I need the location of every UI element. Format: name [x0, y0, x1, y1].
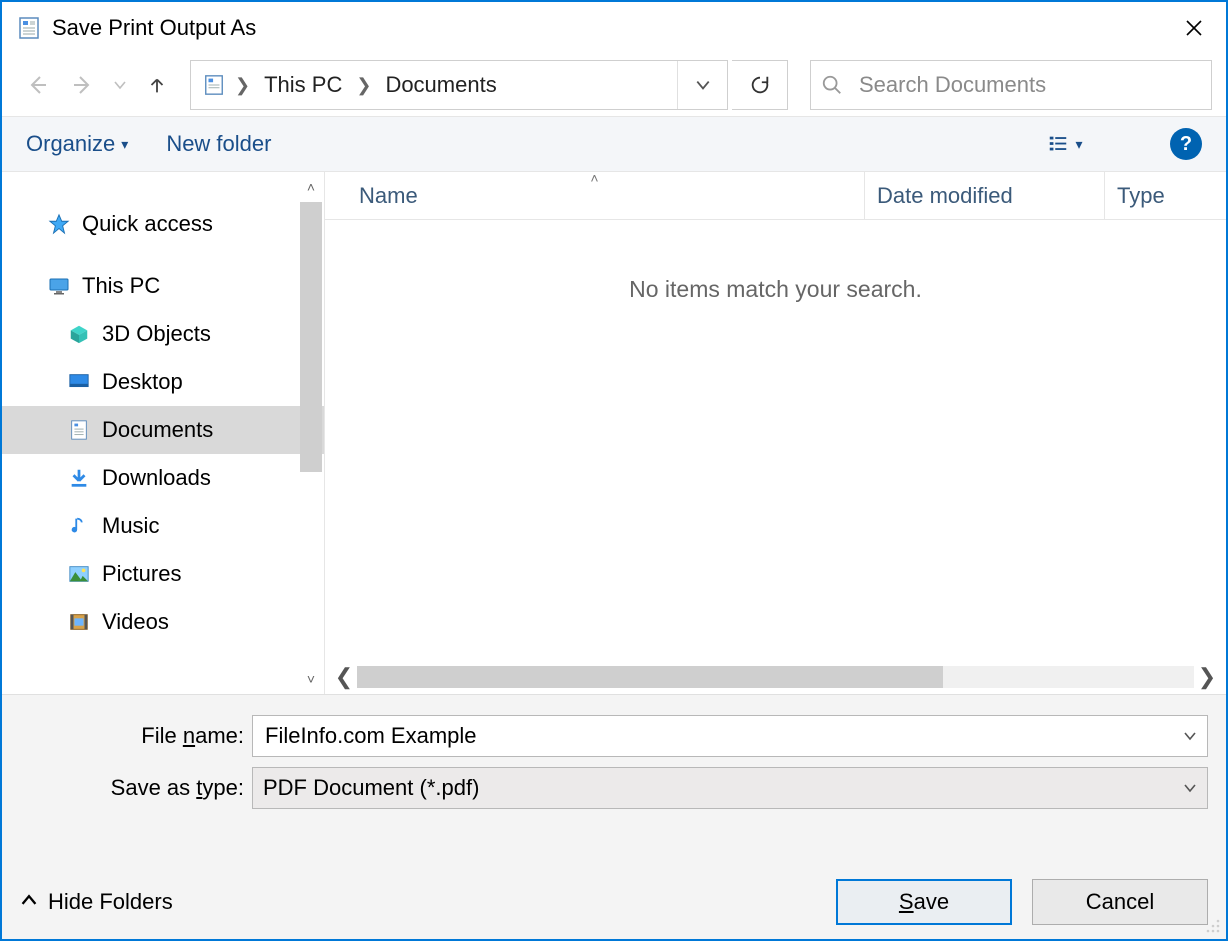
breadcrumb-this-pc[interactable]: This PC — [254, 61, 352, 109]
folder-location-icon — [197, 74, 231, 96]
tree-item-label: Documents — [102, 417, 213, 443]
organize-label: Organize — [26, 131, 115, 157]
column-headers: ˄ Name Date modified Type — [325, 172, 1226, 220]
tree-item-label: Downloads — [102, 465, 211, 491]
horizontal-scrollbar[interactable]: ❮ ❯ — [331, 664, 1220, 690]
app-icon — [16, 15, 42, 41]
tree-label: Quick access — [82, 211, 213, 237]
filename-input[interactable] — [263, 722, 1183, 750]
tree-scroll-down[interactable]: ˅ — [298, 666, 324, 692]
column-name[interactable]: ˄ Name — [325, 172, 865, 219]
save-form: File name: Save as type: PDF Document (*… — [2, 694, 1226, 939]
search-box[interactable] — [810, 60, 1212, 110]
organize-dropdown[interactable]: Organize ▾ — [26, 131, 128, 157]
tree-item-desktop[interactable]: Desktop — [2, 358, 324, 406]
tree-scrollbar-thumb[interactable] — [300, 202, 322, 472]
tree-this-pc[interactable]: This PC — [2, 262, 324, 310]
chevron-up-icon — [20, 889, 38, 915]
view-options-button[interactable]: ▾ — [1038, 124, 1092, 164]
tree-item-music[interactable]: Music — [2, 502, 324, 550]
filename-label: File name: — [20, 723, 252, 749]
tree-item-label: Desktop — [102, 369, 183, 395]
cube-icon — [66, 321, 92, 347]
close-button[interactable] — [1170, 8, 1218, 48]
filetype-dropdown-caret[interactable] — [1183, 775, 1197, 801]
hscroll-thumb[interactable] — [357, 666, 943, 688]
cancel-button[interactable]: Cancel — [1032, 879, 1208, 925]
music-note-icon — [66, 513, 92, 539]
new-folder-button[interactable]: New folder — [166, 131, 271, 157]
empty-folder-message: No items match your search. — [325, 276, 1226, 303]
new-folder-label: New folder — [166, 131, 271, 157]
navigation-tree: ˄ Quick access This PC 3D Objects — [2, 172, 324, 694]
tree-item-documents[interactable]: Documents — [2, 406, 324, 454]
hscroll-right[interactable]: ❯ — [1194, 664, 1220, 690]
toolbar: Organize ▾ New folder ▾ ? — [2, 116, 1226, 172]
search-icon — [821, 74, 843, 96]
caret-down-icon: ▾ — [121, 136, 128, 153]
resize-grip-icon[interactable] — [1204, 917, 1222, 935]
window-title: Save Print Output As — [52, 15, 1170, 41]
hide-folders-toggle[interactable]: Hide Folders — [20, 889, 173, 915]
nav-up-button[interactable] — [136, 64, 178, 106]
column-type[interactable]: Type — [1105, 172, 1226, 219]
breadcrumb-documents[interactable]: Documents — [375, 61, 506, 109]
tree-item-label: Videos — [102, 609, 169, 635]
help-button[interactable]: ? — [1170, 128, 1202, 160]
title-bar: Save Print Output As — [2, 2, 1226, 54]
chevron-right-icon[interactable]: ❯ — [352, 61, 375, 109]
breadcrumb-bar[interactable]: ❯ This PC ❯ Documents — [190, 60, 728, 110]
download-arrow-icon — [66, 465, 92, 491]
filetype-label: Save as type: — [20, 775, 252, 801]
document-icon — [66, 417, 92, 443]
filetype-value: PDF Document (*.pdf) — [263, 775, 1183, 801]
column-date-modified[interactable]: Date modified — [865, 172, 1105, 219]
address-bar: ❯ This PC ❯ Documents — [2, 54, 1226, 116]
tree-label: This PC — [82, 273, 160, 299]
nav-recent-dropdown[interactable] — [108, 64, 132, 106]
computer-icon — [46, 273, 72, 299]
tree-quick-access[interactable]: Quick access — [2, 200, 324, 248]
nav-forward-button[interactable] — [62, 64, 104, 106]
refresh-button[interactable] — [732, 60, 788, 110]
tree-item-videos[interactable]: Videos — [2, 598, 324, 646]
tree-item-label: 3D Objects — [102, 321, 211, 347]
address-history-dropdown[interactable] — [677, 61, 727, 109]
tree-item-3d-objects[interactable]: 3D Objects — [2, 310, 324, 358]
filetype-select[interactable]: PDF Document (*.pdf) — [252, 767, 1208, 809]
filename-field[interactable] — [252, 715, 1208, 757]
save-button[interactable]: Save — [836, 879, 1012, 925]
filename-history-dropdown[interactable] — [1183, 723, 1197, 749]
tree-scroll-up[interactable]: ˄ — [298, 174, 324, 200]
search-input[interactable] — [857, 71, 1201, 99]
desktop-icon — [66, 369, 92, 395]
file-list-panel: ˄ Name Date modified Type No items match… — [324, 172, 1226, 694]
tree-item-label: Pictures — [102, 561, 181, 587]
hscroll-left[interactable]: ❮ — [331, 664, 357, 690]
film-icon — [66, 609, 92, 635]
picture-icon — [66, 561, 92, 587]
hscroll-track[interactable] — [357, 666, 1194, 688]
sort-ascending-icon: ˄ — [590, 172, 598, 186]
caret-down-icon: ▾ — [1075, 136, 1082, 153]
nav-back-button[interactable] — [16, 64, 58, 106]
tree-item-label: Music — [102, 513, 159, 539]
tree-item-pictures[interactable]: Pictures — [2, 550, 324, 598]
chevron-right-icon[interactable]: ❯ — [231, 61, 254, 109]
star-icon — [46, 211, 72, 237]
hide-folders-label: Hide Folders — [48, 889, 173, 915]
tree-item-downloads[interactable]: Downloads — [2, 454, 324, 502]
